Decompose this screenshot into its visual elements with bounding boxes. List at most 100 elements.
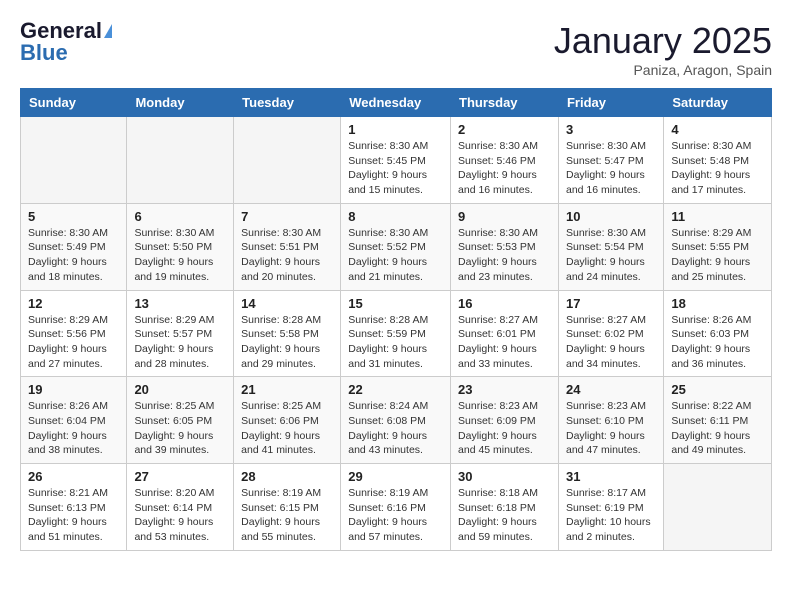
calendar-cell: 2Sunrise: 8:30 AMSunset: 5:46 PMDaylight…	[451, 117, 559, 204]
day-number: 14	[241, 296, 333, 311]
day-number: 6	[134, 209, 226, 224]
title-section: January 2025 Paniza, Aragon, Spain	[554, 20, 772, 78]
day-info: Sunrise: 8:27 AMSunset: 6:02 PMDaylight:…	[566, 313, 656, 372]
day-info: Sunrise: 8:25 AMSunset: 6:06 PMDaylight:…	[241, 399, 333, 458]
calendar-week-2: 5 Sunrise: 8:30 AMSunset: 5:49 PMDaylight…	[21, 203, 772, 290]
calendar-cell: 1Sunrise: 8:30 AMSunset: 5:45 PMDaylight…	[341, 117, 451, 204]
day-info: Sunrise: 8:29 AMSunset: 5:56 PMDaylight:…	[28, 313, 119, 372]
logo-general: General	[20, 20, 102, 42]
day-number: 23	[458, 382, 551, 397]
calendar-cell: 8Sunrise: 8:30 AMSunset: 5:52 PMDaylight…	[341, 203, 451, 290]
calendar-cell: 4Sunrise: 8:30 AMSunset: 5:48 PMDaylight…	[664, 117, 772, 204]
day-info: Sunrise: 8:28 AMSunset: 5:59 PMDaylight:…	[348, 313, 443, 372]
day-number: 12	[28, 296, 119, 311]
day-info: Sunrise: 8:28 AMSunset: 5:58 PMDaylight:…	[241, 313, 333, 372]
day-number: 1	[348, 122, 443, 137]
day-number: 22	[348, 382, 443, 397]
day-info: Sunrise: 8:30 AMSunset: 5:46 PMDaylight:…	[458, 139, 551, 198]
day-info: Sunrise: 8:26 AMSunset: 6:04 PMDaylight:…	[28, 399, 119, 458]
day-info: Sunrise: 8:30 AMSunset: 5:50 PMDaylight:…	[134, 226, 226, 285]
day-info: Sunrise: 8:30 AMSunset: 5:54 PMDaylight:…	[566, 226, 656, 285]
calendar-cell: 24 Sunrise: 8:23 AMSunset: 6:10 PMDayligh…	[558, 377, 663, 464]
day-info: Sunrise: 8:18 AMSunset: 6:18 PMDaylight:…	[458, 486, 551, 545]
col-wednesday: Wednesday	[341, 89, 451, 117]
day-number: 11	[671, 209, 764, 224]
day-number: 27	[134, 469, 226, 484]
calendar-cell: 23 Sunrise: 8:23 AMSunset: 6:09 PMDayligh…	[451, 377, 559, 464]
day-number: 31	[566, 469, 656, 484]
calendar-cell: 16Sunrise: 8:27 AMSunset: 6:01 PMDayligh…	[451, 290, 559, 377]
calendar-cell: 14 Sunrise: 8:28 AMSunset: 5:58 PMDayligh…	[234, 290, 341, 377]
day-number: 13	[134, 296, 226, 311]
day-number: 17	[566, 296, 656, 311]
location-subtitle: Paniza, Aragon, Spain	[554, 62, 772, 78]
calendar-cell: 12 Sunrise: 8:29 AMSunset: 5:56 PMDayligh…	[21, 290, 127, 377]
day-info: Sunrise: 8:17 AMSunset: 6:19 PMDaylight:…	[566, 486, 656, 545]
day-number: 25	[671, 382, 764, 397]
day-info: Sunrise: 8:23 AMSunset: 6:09 PMDaylight:…	[458, 399, 551, 458]
calendar-cell: 6 Sunrise: 8:30 AMSunset: 5:50 PMDaylight…	[127, 203, 234, 290]
day-info: Sunrise: 8:20 AMSunset: 6:14 PMDaylight:…	[134, 486, 226, 545]
day-number: 29	[348, 469, 443, 484]
calendar-cell: 26Sunrise: 8:21 AMSunset: 6:13 PMDayligh…	[21, 464, 127, 551]
day-number: 20	[134, 382, 226, 397]
col-tuesday: Tuesday	[234, 89, 341, 117]
calendar-week-3: 12 Sunrise: 8:29 AMSunset: 5:56 PMDayligh…	[21, 290, 772, 377]
day-number: 10	[566, 209, 656, 224]
col-thursday: Thursday	[451, 89, 559, 117]
day-info: Sunrise: 8:29 AMSunset: 5:57 PMDaylight:…	[134, 313, 226, 372]
day-info: Sunrise: 8:19 AMSunset: 6:16 PMDaylight:…	[348, 486, 443, 545]
calendar-cell	[664, 464, 772, 551]
day-number: 19	[28, 382, 119, 397]
calendar-cell: 5 Sunrise: 8:30 AMSunset: 5:49 PMDaylight…	[21, 203, 127, 290]
day-number: 28	[241, 469, 333, 484]
day-info: Sunrise: 8:29 AMSunset: 5:55 PMDaylight:…	[671, 226, 764, 285]
day-info: Sunrise: 8:22 AMSunset: 6:11 PMDaylight:…	[671, 399, 764, 458]
header: General Blue January 2025 Paniza, Aragon…	[20, 20, 772, 78]
day-number: 26	[28, 469, 119, 484]
day-info: Sunrise: 8:30 AMSunset: 5:51 PMDaylight:…	[241, 226, 333, 285]
calendar-header-row: Sunday Monday Tuesday Wednesday Thursday…	[21, 89, 772, 117]
day-info: Sunrise: 8:26 AMSunset: 6:03 PMDaylight:…	[671, 313, 764, 372]
calendar-cell: 3Sunrise: 8:30 AMSunset: 5:47 PMDaylight…	[558, 117, 663, 204]
calendar-cell: 30 Sunrise: 8:18 AMSunset: 6:18 PMDayligh…	[451, 464, 559, 551]
calendar-cell: 20 Sunrise: 8:25 AMSunset: 6:05 PMDayligh…	[127, 377, 234, 464]
day-number: 5	[28, 209, 119, 224]
day-number: 7	[241, 209, 333, 224]
day-info: Sunrise: 8:30 AMSunset: 5:52 PMDaylight:…	[348, 226, 443, 285]
day-info: Sunrise: 8:30 AMSunset: 5:47 PMDaylight:…	[566, 139, 656, 198]
calendar-week-5: 26Sunrise: 8:21 AMSunset: 6:13 PMDayligh…	[21, 464, 772, 551]
day-info: Sunrise: 8:23 AMSunset: 6:10 PMDaylight:…	[566, 399, 656, 458]
calendar-cell	[21, 117, 127, 204]
day-info: Sunrise: 8:30 AMSunset: 5:49 PMDaylight:…	[28, 226, 119, 285]
logo-triangle-icon	[104, 24, 112, 38]
calendar-cell: 18 Sunrise: 8:26 AMSunset: 6:03 PMDayligh…	[664, 290, 772, 377]
day-info: Sunrise: 8:24 AMSunset: 6:08 PMDaylight:…	[348, 399, 443, 458]
calendar-cell: 22 Sunrise: 8:24 AMSunset: 6:08 PMDayligh…	[341, 377, 451, 464]
calendar-cell: 15Sunrise: 8:28 AMSunset: 5:59 PMDayligh…	[341, 290, 451, 377]
calendar-cell: 11 Sunrise: 8:29 AMSunset: 5:55 PMDayligh…	[664, 203, 772, 290]
col-saturday: Saturday	[664, 89, 772, 117]
day-number: 4	[671, 122, 764, 137]
day-number: 30	[458, 469, 551, 484]
logo-blue: Blue	[20, 42, 68, 64]
calendar-cell: 17 Sunrise: 8:27 AMSunset: 6:02 PMDayligh…	[558, 290, 663, 377]
calendar-cell: 28Sunrise: 8:19 AMSunset: 6:15 PMDayligh…	[234, 464, 341, 551]
day-info: Sunrise: 8:25 AMSunset: 6:05 PMDaylight:…	[134, 399, 226, 458]
day-number: 21	[241, 382, 333, 397]
day-number: 24	[566, 382, 656, 397]
calendar-cell: 10 Sunrise: 8:30 AMSunset: 5:54 PMDayligh…	[558, 203, 663, 290]
calendar-cell: 27 Sunrise: 8:20 AMSunset: 6:14 PMDayligh…	[127, 464, 234, 551]
calendar-cell: 7 Sunrise: 8:30 AMSunset: 5:51 PMDaylight…	[234, 203, 341, 290]
col-sunday: Sunday	[21, 89, 127, 117]
day-number: 18	[671, 296, 764, 311]
calendar-cell: 29 Sunrise: 8:19 AMSunset: 6:16 PMDayligh…	[341, 464, 451, 551]
page-container: General Blue January 2025 Paniza, Aragon…	[0, 0, 792, 571]
calendar-table: Sunday Monday Tuesday Wednesday Thursday…	[20, 88, 772, 551]
month-title: January 2025	[554, 20, 772, 62]
calendar-cell: 19 Sunrise: 8:26 AMSunset: 6:04 PMDayligh…	[21, 377, 127, 464]
calendar-cell: 25 Sunrise: 8:22 AMSunset: 6:11 PMDayligh…	[664, 377, 772, 464]
col-monday: Monday	[127, 89, 234, 117]
col-friday: Friday	[558, 89, 663, 117]
calendar-cell: 13 Sunrise: 8:29 AMSunset: 5:57 PMDayligh…	[127, 290, 234, 377]
